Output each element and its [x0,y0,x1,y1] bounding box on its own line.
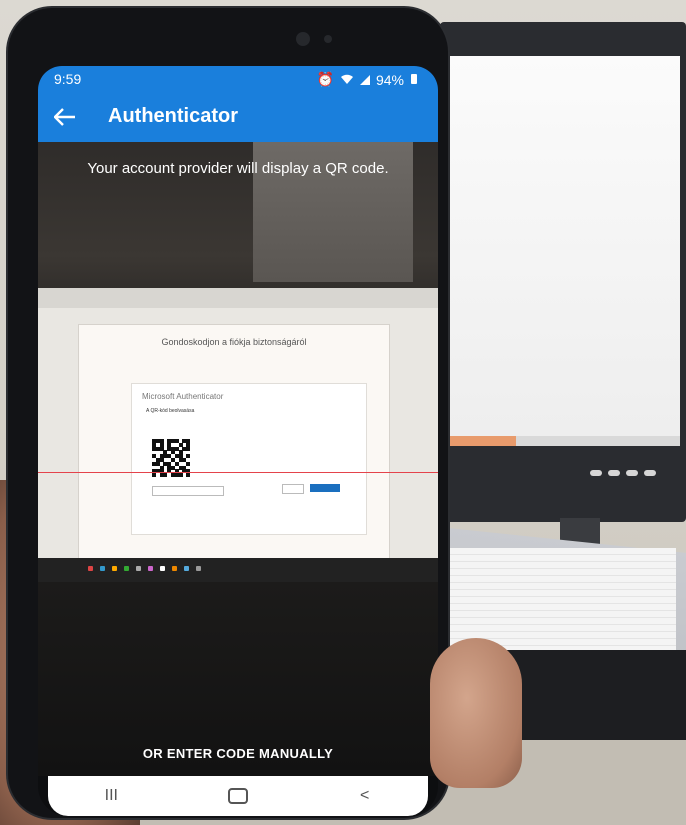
captured-dialog: Microsoft Authenticator A QR-kód beolvas… [131,383,367,535]
captured-taskbar-icon [88,566,93,571]
scanner-prompt: Your account provider will display a QR … [87,160,389,177]
battery-icon [410,72,418,88]
status-bar: 9:59 ⏰ 94% [38,66,438,92]
captured-dialog-title: Microsoft Authenticator [142,392,224,401]
qr-module [178,473,183,478]
arrow-left-icon [54,108,75,126]
captured-cancel-button [282,484,304,494]
monitor-button [644,470,656,476]
captured-taskbar-icon [112,566,117,571]
captured-page-title: Gondoskodjon a fiókja biztonságáról [161,337,307,347]
captured-taskbar-icon [184,566,189,571]
signal-icon [359,72,370,88]
background-monitor-screen [446,56,680,436]
battery-text: 94% [375,71,404,88]
captured-taskbar-icon [148,566,153,571]
monitor-button [626,470,638,476]
system-back-button[interactable]: < [335,778,395,814]
app-bar: Authenticator [38,92,438,142]
phone: 9:59 ⏰ 94% Authenticator Your account pr… [8,8,448,818]
page-title: Authenticator [108,105,238,127]
captured-taskbar-icon [124,566,129,571]
android-nav-bar: III < [48,776,428,816]
thumb [430,638,522,788]
captured-dialog-field [152,486,224,496]
qr-module [186,454,191,459]
enter-code-manually-button[interactable]: OR ENTER CODE MANUALLY [38,746,438,761]
chevron-left-icon: < [359,787,370,804]
recent-apps-icon: III [104,787,118,804]
scan-line [38,472,438,473]
qr-module [163,473,168,478]
back-button[interactable] [48,100,82,134]
recent-apps-button[interactable]: III [81,778,141,814]
qr-module [186,461,191,466]
qr-module [152,473,156,478]
alarm-icon: ⏰ [316,71,334,87]
qr-module [186,473,191,478]
captured-taskbar-icon [172,566,177,571]
monitor-button [608,470,620,476]
captured-taskbar-icon [196,566,201,571]
captured-taskbar-icon [136,566,141,571]
captured-taskbar-icon [160,566,165,571]
captured-taskbar [38,558,438,582]
phone-top-bezel [128,22,332,58]
home-button[interactable] [208,778,268,814]
captured-laptop-screen: Gondoskodjon a fiókja biztonságáról Micr… [38,288,438,562]
captured-dialog-heading: A QR-kód beolvasása [146,408,195,414]
phone-screen: 9:59 ⏰ 94% Authenticator Your account pr… [38,66,438,816]
qr-module [186,446,191,451]
captured-next-button [310,484,340,492]
home-icon [227,788,248,804]
monitor-button [590,470,602,476]
sensor-icon [324,35,332,43]
captured-browser-tabs [38,288,438,308]
captured-taskbar-icon [100,566,105,571]
captured-web-page: Gondoskodjon a fiókja biztonságáról Micr… [78,324,390,562]
background-monitor-bar [446,436,680,446]
status-icons: ⏰ 94% [317,71,418,88]
wifi-icon [340,72,354,88]
status-time: 9:59 [54,71,82,87]
front-camera-icon [296,32,310,46]
qr-scanner-viewfinder: Your account provider will display a QR … [38,142,438,776]
